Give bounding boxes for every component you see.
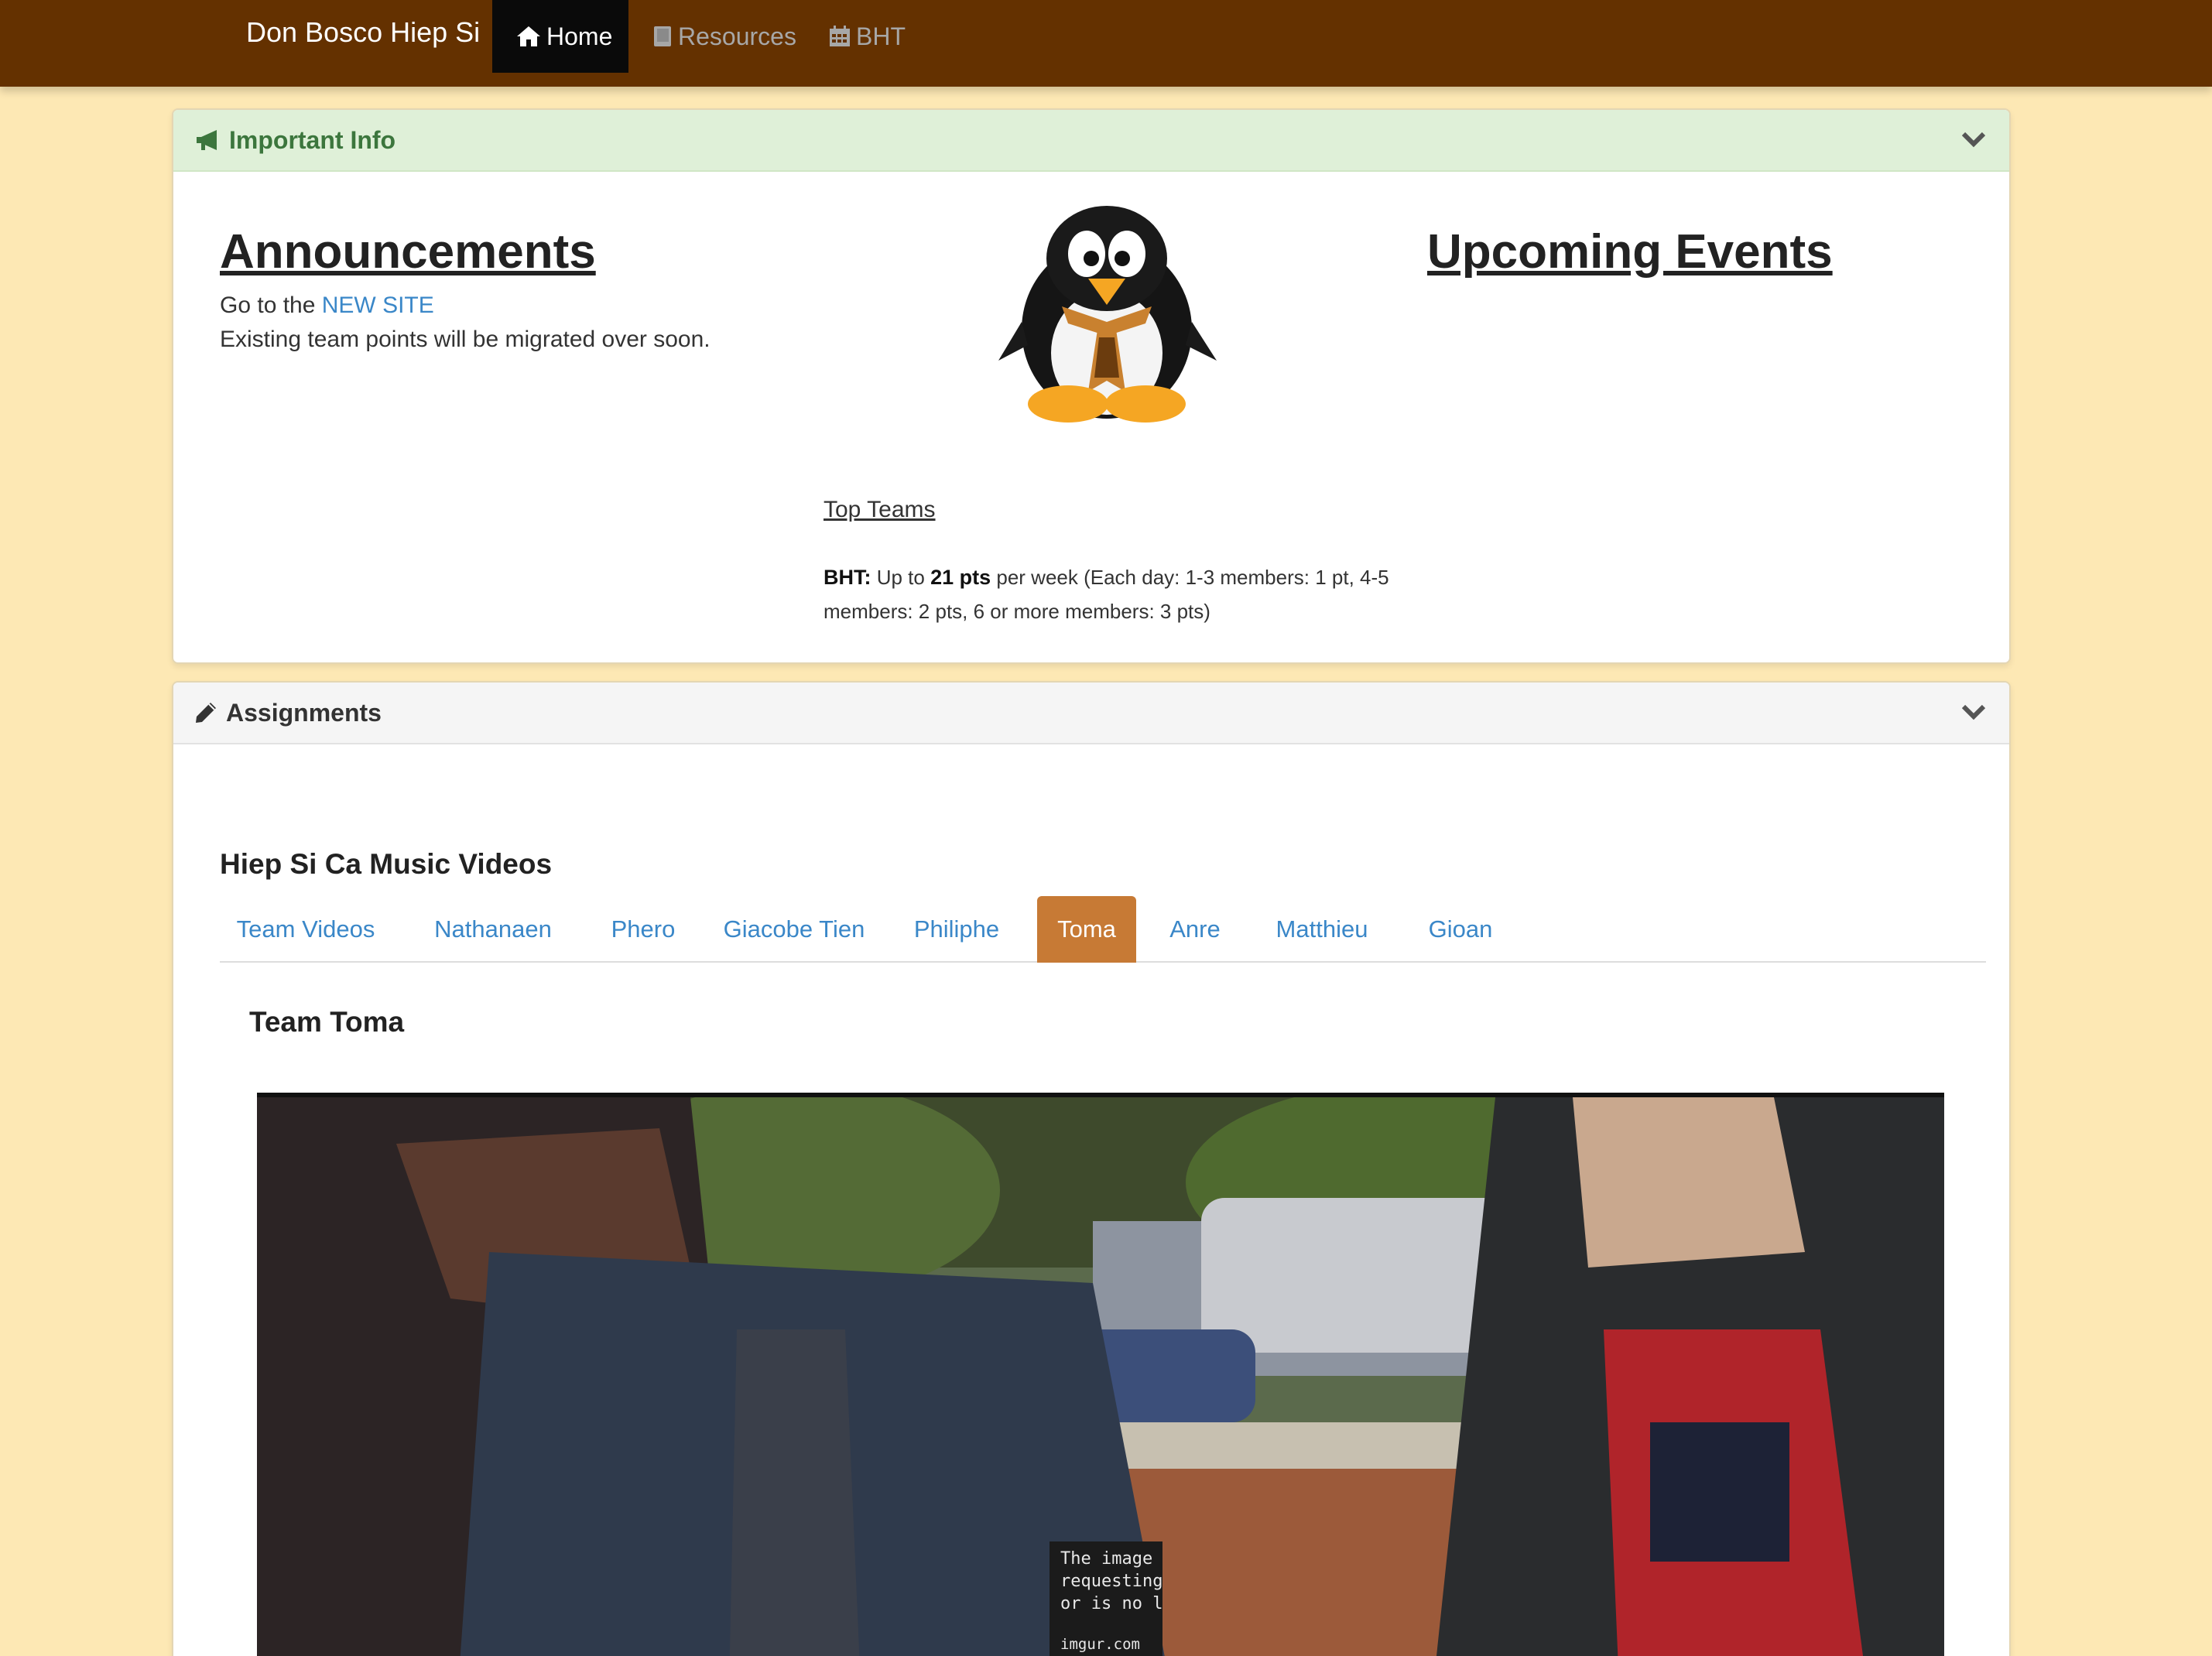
calendar-icon [830, 26, 850, 46]
tab-anre[interactable]: Anre [1153, 896, 1237, 963]
announcement-line-1: Go to the NEW SITE [220, 293, 434, 319]
tab-philiphe[interactable]: Philiphe [895, 896, 1019, 963]
announcements-heading: Announcements [220, 225, 596, 279]
tab-nathanaen[interactable]: Nathanaen [409, 896, 577, 963]
team-video-embed[interactable]: The image requesting or is no lon imgur.com [257, 1093, 1944, 1656]
notice-line-1: The image [1060, 1549, 1153, 1569]
team-title: Team Toma [249, 1006, 405, 1038]
bullhorn-icon [197, 130, 217, 150]
top-teams-label: Top Teams [824, 497, 936, 522]
nav-bht[interactable]: BHT [828, 0, 906, 73]
chevron-down-icon[interactable] [1961, 130, 1986, 149]
pencil-icon [196, 703, 216, 723]
tab-matthieu[interactable]: Matthieu [1254, 896, 1390, 963]
book-icon [654, 26, 671, 46]
nav-resources-label: Resources [678, 22, 796, 50]
upcoming-events-heading: Upcoming Events [1427, 225, 1833, 279]
tab-toma[interactable]: Toma [1037, 896, 1136, 963]
brand-link[interactable]: Don Bosco Hiep Si [246, 14, 480, 51]
announcement-prefix: Go to the [220, 293, 322, 318]
bht-points: 21 pts [930, 566, 991, 589]
important-info-header[interactable]: Important Info [173, 110, 2009, 172]
nav-home[interactable]: Home [492, 0, 628, 73]
home-icon [517, 26, 540, 46]
important-info-panel: Important Info Announcements Go to the N… [172, 108, 2011, 664]
team-tabs: Team Videos Nathanaen Phero Giacobe Tien… [220, 896, 1986, 963]
nav-resources[interactable]: Resources [652, 0, 796, 73]
notice-line-3: or is no lon [1060, 1594, 1162, 1613]
notice-line-2: requesting [1060, 1572, 1162, 1591]
tab-team-videos[interactable]: Team Videos [220, 896, 392, 963]
assignments-title: Assignments [226, 698, 382, 727]
new-site-link[interactable]: NEW SITE [322, 293, 434, 318]
announcement-line-2: Existing team points will be migrated ov… [220, 327, 711, 352]
broken-image-notice: The image requesting or is no lon imgur.com [1050, 1541, 1162, 1656]
notice-site: imgur.com [1060, 1636, 1140, 1653]
tab-giacobe-tien[interactable]: Giacobe Tien [709, 896, 879, 963]
important-info-title: Important Info [229, 125, 396, 154]
tab-phero[interactable]: Phero [594, 896, 692, 963]
top-navbar: Don Bosco Hiep Si Home Resources BHT [0, 0, 2212, 87]
bht-label: BHT: [824, 566, 871, 589]
penguin-mascot-image [998, 206, 1217, 423]
tab-gioan[interactable]: Gioan [1406, 896, 1515, 963]
bht-points-note: BHT: Up to 21 pts per week (Each day: 1-… [824, 560, 1435, 628]
bht-prefix: Up to [871, 566, 931, 589]
chevron-down-icon[interactable] [1961, 703, 1986, 721]
nav-bht-label: BHT [856, 22, 906, 50]
assignments-header[interactable]: Assignments [173, 683, 2009, 744]
music-videos-title: Hiep Si Ca Music Videos [220, 848, 553, 880]
assignments-panel: Assignments Hiep Si Ca Music Videos Team… [172, 681, 2011, 1656]
nav-home-label: Home [546, 22, 613, 50]
